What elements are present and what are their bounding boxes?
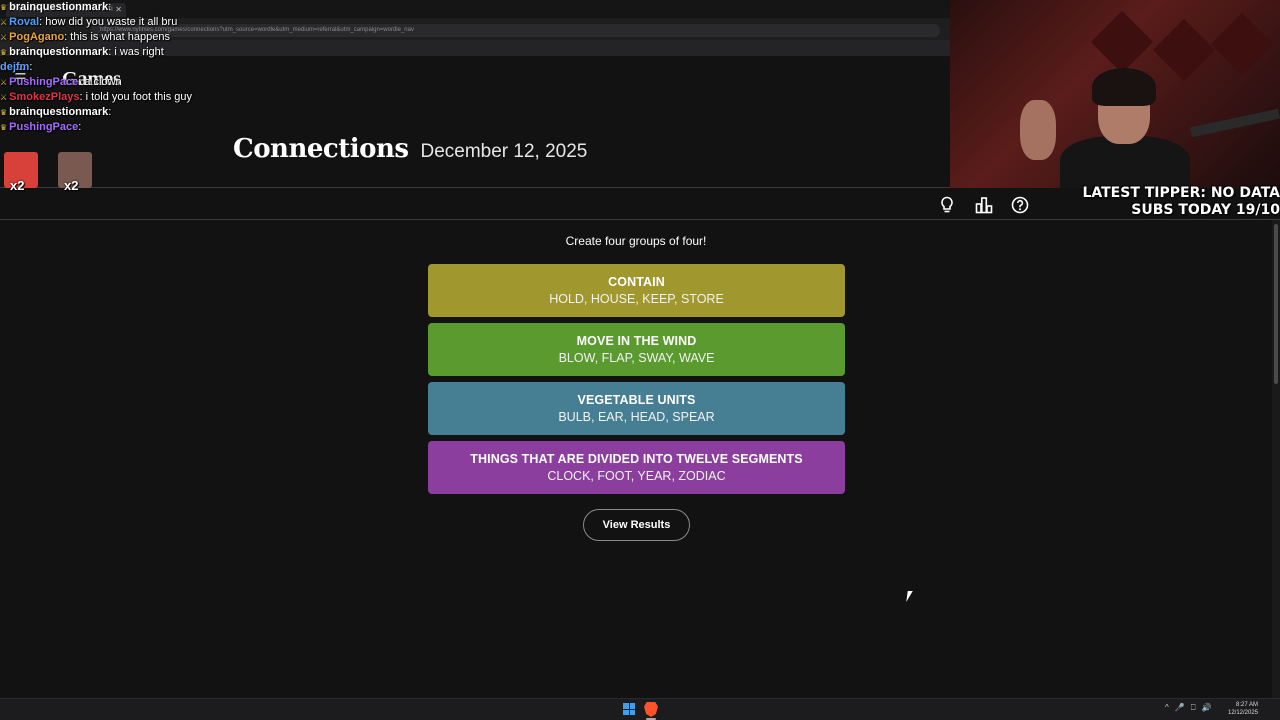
crown-badge-icon: ♛ (0, 108, 8, 117)
mouse-cursor-icon (906, 591, 916, 602)
view-results-button[interactable]: View Results (583, 509, 690, 541)
waving-hand (1020, 100, 1056, 160)
tipper-overlay: LATEST TIPPER: NO DATA SUBS TODAY 19/10 (1058, 185, 1280, 219)
acoustic-panel (1152, 18, 1216, 82)
chat-message: ⚔ PushingPace: a clown (0, 75, 260, 90)
taskbar-clock[interactable]: 8:27 AM 12/12/2025 (1228, 701, 1258, 717)
crown-badge-icon: ♛ (0, 3, 8, 12)
chat-username: PushingPace (9, 76, 79, 88)
group-words: HOLD, HOUSE, KEEP, STORE (549, 292, 724, 306)
network-icon[interactable]: ⎕ (1191, 703, 1196, 713)
clock-time: 8:27 AM (1235, 702, 1258, 708)
stats-icon (975, 197, 993, 214)
chat-text: : this is what happens (64, 31, 170, 43)
solved-group-yellow: CONTAIN HOLD, HOUSE, KEEP, STORE (428, 264, 845, 317)
puzzle-date: December 12, 2025 (420, 141, 588, 162)
chat-username: PushingPace (9, 121, 79, 133)
group-category: VEGETABLE UNITS (577, 393, 696, 407)
help-icon (1011, 196, 1029, 214)
chat-username: dejfm (0, 61, 30, 73)
acoustic-panel (1090, 10, 1154, 74)
stats-button[interactable] (973, 194, 995, 216)
microphone-arm (1189, 108, 1280, 138)
solved-group-blue: VEGETABLE UNITS BULB, EAR, HEAD, SPEAR (428, 382, 845, 435)
chat-text: : (29, 61, 33, 73)
volume-icon[interactable]: 🔊 (1202, 703, 1212, 713)
chat-message: ♛ brainquestionmark: (0, 105, 260, 120)
subs-today-text: SUBS TODAY 19/10 (1131, 202, 1280, 218)
windows-taskbar: ^ 🎤 ⎕ 🔊 8:27 AM 12/12/2025 (0, 698, 1280, 720)
group-category: THINGS THAT ARE DIVIDED INTO TWELVE SEGM… (470, 452, 803, 466)
chat-text: : how did you waste it all bru (39, 16, 178, 28)
chat-text: : (78, 121, 82, 133)
streamer-hair (1092, 68, 1156, 106)
help-button[interactable] (1009, 194, 1031, 216)
crown-badge-icon: ♛ (0, 123, 8, 132)
sword-badge-icon: ⚔ (0, 18, 8, 27)
chat-message: ⚔ SmokezPlays: i told you foot this guy (0, 90, 260, 105)
brave-browser-icon[interactable] (644, 702, 658, 717)
solved-group-purple: THINGS THAT ARE DIVIDED INTO TWELVE SEGM… (428, 441, 845, 494)
chat-username: brainquestionmark (9, 1, 109, 13)
chat-message: ⚔ PogAgano: this is what happens (0, 30, 260, 45)
chat-message: ♛ PushingPace: (0, 120, 260, 135)
chat-username: SmokezPlays (9, 91, 80, 103)
solved-groups: CONTAIN HOLD, HOUSE, KEEP, STORE MOVE IN… (428, 264, 845, 500)
chat-text: : (108, 1, 112, 13)
streamer-webcam (950, 0, 1280, 188)
group-category: MOVE IN THE WIND (576, 334, 697, 348)
clown-emote: x2 (4, 152, 38, 193)
lightbulb-icon (941, 196, 953, 213)
emote-count: x2 (64, 178, 79, 193)
microphone-icon[interactable]: 🎤 (1175, 703, 1185, 713)
title-row: Connections December 12, 2025 (233, 134, 587, 164)
crown-badge-icon: ♛ (0, 48, 8, 57)
group-words: CLOCK, FOOT, YEAR, ZODIAC (547, 469, 726, 483)
emote-count: x2 (10, 178, 25, 193)
chat-message: ♛ brainquestionmark: (0, 0, 260, 15)
latest-tipper-text: LATEST TIPPER: NO DATA (1082, 185, 1280, 201)
sign-emote: x2 (58, 152, 92, 193)
page-scrollbar[interactable] (1272, 220, 1280, 698)
hint-button[interactable] (936, 194, 958, 216)
clock-date: 12/12/2025 (1228, 710, 1259, 716)
sword-badge-icon: ⚔ (0, 78, 8, 87)
chat-message: ⚔ Roval: how did you waste it all bru (0, 15, 260, 30)
solved-group-green: MOVE IN THE WIND BLOW, FLAP, SWAY, WAVE (428, 323, 845, 376)
chat-text: : (108, 106, 112, 118)
group-words: BULB, EAR, HEAD, SPEAR (558, 410, 715, 424)
group-words: BLOW, FLAP, SWAY, WAVE (558, 351, 715, 365)
tray-overflow-icon[interactable]: ^ (1165, 703, 1169, 713)
chat-username: brainquestionmark (9, 46, 109, 58)
sword-badge-icon: ⚔ (0, 33, 8, 42)
windows-start-icon[interactable] (623, 703, 635, 715)
emote-combo-row: x2 x2 (4, 152, 92, 193)
scroll-thumb[interactable] (1274, 224, 1278, 384)
acoustic-panel (1210, 12, 1274, 76)
sword-badge-icon: ⚔ (0, 93, 8, 102)
group-category: CONTAIN (608, 275, 665, 289)
stream-chat-overlay: ♛ brainquestionmark: ⚔ Roval: how did you … (0, 0, 260, 135)
chat-message: ♛ brainquestionmark: i was right (0, 45, 260, 60)
chat-text: : i was right (108, 46, 164, 58)
page-title: Connections (233, 134, 409, 164)
chat-username: Roval (9, 16, 40, 28)
chat-text: : a clown (78, 76, 122, 88)
chat-text: : i told you foot this guy (79, 91, 193, 103)
instructions-text: Create four groups of four! (565, 234, 707, 248)
system-tray: ^ 🎤 ⎕ 🔊 (1165, 703, 1212, 713)
chat-username: PogAgano (9, 31, 65, 43)
chat-username: brainquestionmark (9, 106, 109, 118)
chat-message: dejfm: (0, 60, 260, 75)
